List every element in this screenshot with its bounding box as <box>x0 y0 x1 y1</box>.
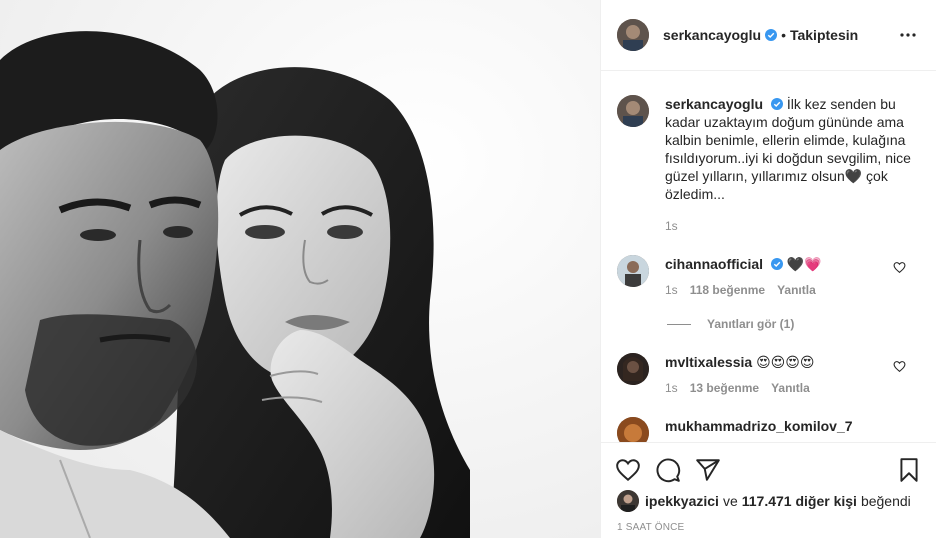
post-header: serkancayoglu • Takiptesin <box>601 0 936 71</box>
verified-badge-icon <box>770 258 783 270</box>
post-photo[interactable] <box>0 0 600 538</box>
comment-likes[interactable]: 118 beğenme <box>690 281 765 299</box>
comment-like-heart-icon[interactable] <box>893 360 906 373</box>
likes-summary: ipekkyazici ve 117.471 diğer kişi beğend… <box>617 490 920 512</box>
comment-meta: 1s 13 beğenme Yanıtla <box>665 379 894 397</box>
liker-avatar[interactable] <box>617 490 639 512</box>
comment-body: cihannaofficial 🖤💗 1s 118 beğenme Yanıtl… <box>665 255 920 299</box>
caption: serkancayoglu İlk kez senden bu kadar uz… <box>617 72 920 235</box>
caption-meta: 1s <box>665 217 912 235</box>
caption-body: serkancayoglu İlk kez senden bu kadar uz… <box>665 95 920 235</box>
comment-time[interactable]: 1s <box>665 281 678 299</box>
comments-section[interactable]: serkancayoglu İlk kez senden bu kadar uz… <box>601 72 936 442</box>
verified-badge-icon <box>770 98 783 110</box>
follow-status[interactable]: Takiptesin <box>790 27 858 43</box>
comment-time[interactable]: 1s <box>665 379 678 397</box>
comment-body: mvltixalessia 😍😍😍😍 1s 13 beğenme Yanıtla <box>665 353 920 397</box>
comment-likes[interactable]: 13 beğenme <box>690 379 759 397</box>
comment-icon[interactable] <box>655 457 681 483</box>
caption-username[interactable]: serkancayoglu <box>665 96 763 112</box>
likes-connector: ve <box>722 493 738 509</box>
post-timestamp[interactable]: 1 SAAT ÖNCE <box>617 522 684 533</box>
comment-like-heart-icon[interactable] <box>893 261 906 274</box>
heart-icon[interactable] <box>615 457 641 483</box>
comment-username[interactable]: mukhammadrizo_komilov_7 <box>665 418 853 434</box>
comment-avatar[interactable] <box>617 255 649 287</box>
comment-item: mukhammadrizo_komilov_7 <box>617 397 920 442</box>
liker-username[interactable]: ipekkyazici <box>645 493 719 509</box>
comment-body: mukhammadrizo_komilov_7 <box>665 417 920 442</box>
comment-item: cihannaofficial 🖤💗 1s 118 beğenme Yanıtl… <box>617 235 920 299</box>
comment-text: 😍😍😍😍 <box>756 354 815 370</box>
caption-time[interactable]: 1s <box>665 217 678 235</box>
comment-avatar[interactable] <box>617 353 649 385</box>
comment-username[interactable]: cihannaofficial <box>665 256 763 272</box>
author-username[interactable]: serkancayoglu <box>663 27 761 43</box>
replies-line <box>667 323 691 325</box>
post-photo-image <box>0 0 600 538</box>
comment-meta: 1s 118 beğenme Yanıtla <box>665 281 894 299</box>
view-replies-button[interactable]: Yanıtları gör (1) <box>667 317 920 331</box>
separator-dot: • <box>781 27 786 43</box>
likes-count[interactable]: 117.471 diğer kişi <box>742 493 857 509</box>
author-avatar[interactable] <box>617 19 649 51</box>
reply-button[interactable]: Yanıtla <box>771 379 810 397</box>
share-icon[interactable] <box>695 457 721 483</box>
author-info: serkancayoglu • Takiptesin <box>663 27 858 43</box>
likes-suffix: beğendi <box>860 493 911 509</box>
view-replies-label: Yanıtları gör (1) <box>707 317 795 331</box>
caption-avatar[interactable] <box>617 95 649 127</box>
more-options-icon[interactable] <box>896 23 920 47</box>
comment-avatar[interactable] <box>617 417 649 442</box>
reply-button[interactable]: Yanıtla <box>777 281 816 299</box>
verified-badge-icon <box>765 29 778 41</box>
comment-item: mvltixalessia 😍😍😍😍 1s 13 beğenme Yanıtla <box>617 331 920 397</box>
comment-username[interactable]: mvltixalessia <box>665 354 752 370</box>
bookmark-icon[interactable] <box>896 457 922 483</box>
post-side-panel: serkancayoglu • Takiptesin serkancayoglu… <box>600 0 936 538</box>
comment-text: 🖤💗 <box>786 256 822 272</box>
instagram-post: serkancayoglu • Takiptesin serkancayoglu… <box>0 0 936 538</box>
